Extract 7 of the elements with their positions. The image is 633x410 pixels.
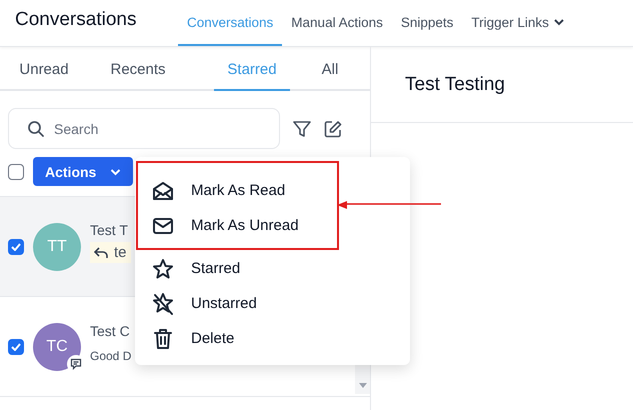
contact-name: Test T: [90, 222, 129, 238]
conversation-title: Test Testing: [404, 73, 506, 96]
contact-name: Test C: [90, 322, 131, 338]
message-preview: te: [90, 242, 131, 263]
page-title: Conversations: [14, 8, 138, 32]
avatar: TT: [33, 222, 81, 270]
message-preview: Good D: [90, 348, 132, 362]
